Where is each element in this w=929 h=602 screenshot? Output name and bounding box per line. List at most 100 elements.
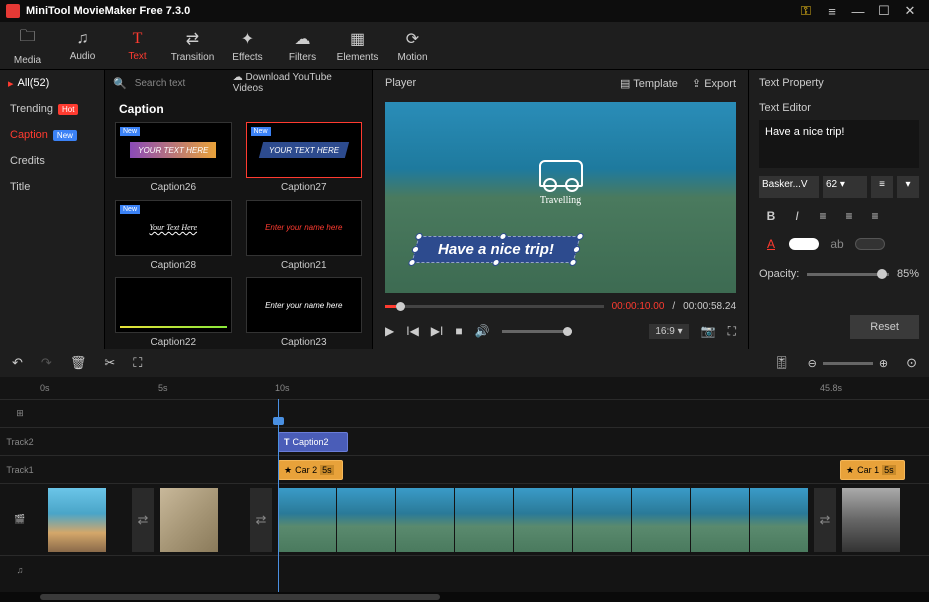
tab-transition[interactable]: ⇄Transition bbox=[165, 22, 220, 69]
video-clip-3[interactable] bbox=[278, 488, 808, 552]
undo-button[interactable]: ↶ bbox=[12, 355, 23, 371]
video-track: 🎬 ⇄ ⇄ ⇄ bbox=[0, 483, 929, 555]
track-1: Track1 ★Car 25s ★Car 15s bbox=[0, 455, 929, 483]
sidebar-header[interactable]: ▸All(52) bbox=[0, 70, 104, 96]
transition-3[interactable]: ⇄ bbox=[814, 488, 836, 552]
main-toolbar: 🗀Media ♫Audio TText ⇄Transition ✦Effects… bbox=[0, 22, 929, 70]
zoom-in-icon[interactable]: ⊕ bbox=[879, 357, 888, 370]
tab-effects[interactable]: ✦Effects bbox=[220, 22, 275, 69]
car2-clip[interactable]: ★Car 25s bbox=[278, 460, 343, 480]
caption-thumb[interactable]: NewYOUR TEXT HERE Caption26 bbox=[115, 122, 232, 194]
sidebar-item-title[interactable]: Title bbox=[0, 174, 104, 200]
tab-motion[interactable]: ⟳Motion bbox=[385, 22, 440, 69]
align-left-button[interactable]: ≡ bbox=[811, 206, 835, 226]
time-ruler[interactable]: 0s 5s 10s 45.8s bbox=[0, 377, 929, 399]
opacity-value: 85% bbox=[897, 268, 919, 280]
video-clip-4[interactable] bbox=[842, 488, 900, 552]
tab-audio[interactable]: ♫Audio bbox=[55, 22, 110, 69]
minimize-icon[interactable]: — bbox=[845, 4, 871, 19]
crop-button[interactable]: ⛶ bbox=[133, 355, 142, 371]
text-color-button[interactable]: A bbox=[759, 234, 783, 254]
audio-icon[interactable]: 🎚 bbox=[773, 355, 790, 371]
close-icon[interactable]: ✕ bbox=[897, 3, 923, 19]
caption-thumb[interactable]: Enter your name here Caption23 bbox=[246, 277, 363, 349]
timeline: ↶ ↷ 🗑 ✂ ⛶ 🎚 ⊖ ⊕ ⊙ 0s 5s 10s 45.8s ⊞ Trac… bbox=[0, 349, 929, 602]
maximize-icon[interactable]: ☐ bbox=[871, 3, 897, 19]
font-select[interactable]: Basker...V bbox=[759, 176, 819, 198]
caption-thumb[interactable]: Enter your name here Caption21 bbox=[246, 200, 363, 272]
caption-thumb[interactable]: NewYOUR TEXT HERE Caption27 bbox=[246, 122, 363, 194]
aspect-select[interactable]: 16:9 ▾ bbox=[649, 324, 688, 339]
split-button[interactable]: ✂ bbox=[104, 355, 115, 371]
layer-track: ⊞ bbox=[0, 399, 929, 427]
stop-button[interactable]: ■ bbox=[455, 324, 462, 338]
redo-button[interactable]: ↷ bbox=[41, 355, 52, 371]
tab-elements[interactable]: ▦Elements bbox=[330, 22, 385, 69]
menu-icon[interactable]: ≡ bbox=[819, 4, 845, 19]
add-track-icon[interactable]: ⊞ bbox=[0, 408, 40, 419]
props-title: Text Property bbox=[759, 70, 919, 96]
fullscreen-button[interactable]: ⛶ bbox=[728, 324, 736, 339]
snapshot-button[interactable]: 📷 bbox=[701, 324, 716, 338]
search-input[interactable]: Search text bbox=[135, 78, 225, 89]
car1-clip[interactable]: ★Car 15s bbox=[840, 460, 905, 480]
tab-media[interactable]: 🗀Media bbox=[0, 22, 55, 69]
prev-button[interactable]: I◀ bbox=[406, 324, 419, 338]
text-sidebar: ▸All(52) TrendingHot CaptionNew Credits … bbox=[0, 70, 105, 349]
player-title: Player bbox=[385, 77, 416, 89]
size-select[interactable]: 62 ▾ bbox=[823, 176, 867, 198]
delete-button[interactable]: 🗑 bbox=[70, 355, 87, 371]
app-title: MiniTool MovieMaker Free 7.3.0 bbox=[26, 5, 793, 17]
italic-button[interactable]: I bbox=[785, 206, 809, 226]
align-right-button[interactable]: ≡ bbox=[863, 206, 887, 226]
caption-library: 🔍 Search text ☁ Download YouTube Videos … bbox=[105, 70, 372, 349]
library-section-title: Caption bbox=[105, 96, 372, 122]
preview-viewport[interactable]: Travelling Have a nice trip! bbox=[385, 102, 736, 293]
caption-thumb[interactable]: Caption22 bbox=[115, 277, 232, 349]
text-input[interactable] bbox=[759, 120, 919, 168]
key-icon[interactable]: ⚿ bbox=[793, 3, 819, 19]
align-center-button[interactable]: ≡ bbox=[837, 206, 861, 226]
tab-filters[interactable]: ☁Filters bbox=[275, 22, 330, 69]
zoom-control[interactable]: ⊖ ⊕ bbox=[808, 357, 888, 370]
current-time: 00:00:10.00 bbox=[612, 301, 665, 312]
export-button[interactable]: ⇪ Export bbox=[692, 77, 736, 90]
video-clip-2[interactable] bbox=[160, 488, 218, 552]
transition-2[interactable]: ⇄ bbox=[250, 488, 272, 552]
sidebar-item-credits[interactable]: Credits bbox=[0, 148, 104, 174]
playback-progress[interactable] bbox=[385, 305, 604, 308]
template-button[interactable]: ▤ Template bbox=[620, 77, 678, 90]
caption-overlay[interactable]: Have a nice trip! bbox=[411, 236, 580, 263]
player-panel: Player ▤ Template ⇪ Export Travelling Ha… bbox=[372, 70, 749, 349]
caption-thumb[interactable]: NewYour Text Here Caption28 bbox=[115, 200, 232, 272]
caption-clip[interactable]: TCaption2 bbox=[278, 432, 348, 452]
sidebar-item-caption[interactable]: CaptionNew bbox=[0, 122, 104, 148]
transition-1[interactable]: ⇄ bbox=[132, 488, 154, 552]
playhead[interactable] bbox=[278, 399, 279, 592]
total-time: 00:00:58.24 bbox=[683, 301, 736, 312]
more-button[interactable]: ▾ bbox=[897, 176, 919, 198]
app-logo bbox=[6, 4, 20, 18]
tab-text[interactable]: TText bbox=[110, 22, 165, 69]
play-button[interactable]: ▶ bbox=[385, 324, 394, 338]
timeline-scrollbar[interactable] bbox=[0, 592, 929, 602]
color-swatch-empty[interactable] bbox=[855, 238, 885, 250]
titlebar: MiniTool MovieMaker Free 7.3.0 ⚿ ≡ — ☐ ✕ bbox=[0, 0, 929, 22]
sidebar-item-trending[interactable]: TrendingHot bbox=[0, 96, 104, 122]
download-youtube-link[interactable]: ☁ Download YouTube Videos bbox=[233, 72, 364, 94]
opacity-slider[interactable] bbox=[807, 273, 889, 276]
track-2: Track2 TCaption2 bbox=[0, 427, 929, 455]
volume-icon[interactable]: 🔊 bbox=[475, 324, 490, 338]
search-icon[interactable]: 🔍 bbox=[113, 77, 127, 90]
volume-slider[interactable] bbox=[502, 330, 572, 333]
line-spacing-button[interactable]: ≡ bbox=[871, 176, 893, 198]
video-clip-1[interactable] bbox=[48, 488, 106, 552]
color-swatch-white[interactable] bbox=[789, 238, 819, 250]
highlight-button[interactable]: ab bbox=[825, 234, 849, 254]
next-button[interactable]: ▶I bbox=[431, 324, 444, 338]
fit-button[interactable]: ⊙ bbox=[906, 355, 917, 371]
text-property-panel: Text Property Text Editor Basker...V 62 … bbox=[749, 70, 929, 349]
bold-button[interactable]: B bbox=[759, 206, 783, 226]
reset-button[interactable]: Reset bbox=[850, 315, 919, 339]
zoom-out-icon[interactable]: ⊖ bbox=[808, 357, 817, 370]
